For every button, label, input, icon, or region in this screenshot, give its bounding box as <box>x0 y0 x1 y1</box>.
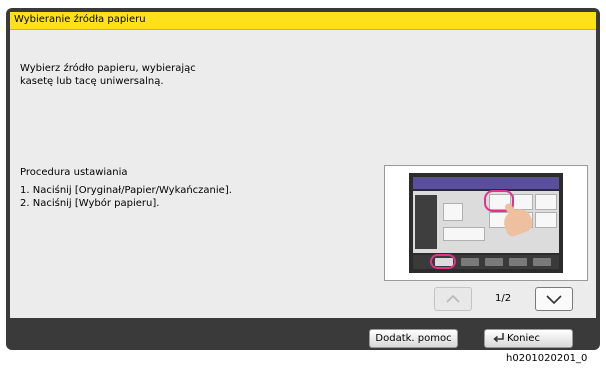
dialog-title: Wybieranie źródła papieru <box>14 14 146 25</box>
document-id: h0201020201_0 <box>506 353 588 364</box>
page-indicator: 1/2 <box>495 293 512 304</box>
page-down-button[interactable] <box>535 287 573 311</box>
chevron-up-icon <box>446 294 460 303</box>
illustration-thumbnail <box>384 165 588 281</box>
highlight-ring <box>430 254 456 269</box>
procedure-step-1: 1. Naciśnij [Oryginał/Papier/Wykańczanie… <box>20 185 232 196</box>
additional-help-button[interactable]: Dodatk. pomoc <box>369 329 458 348</box>
description-line-2: kasetę lub tacę uniwersalną. <box>20 76 164 87</box>
description-line-1: Wybierz źródło papieru, wybierając <box>20 63 196 74</box>
chevron-down-icon <box>546 295 562 305</box>
title-bar: Wybieranie źródła papieru <box>10 12 596 30</box>
procedure-step-2: 2. Naciśnij [Wybór papieru]. <box>20 198 160 209</box>
procedure-heading: Procedura ustawiania <box>20 167 128 178</box>
end-button-label: Koniec <box>507 333 540 344</box>
page-up-button[interactable] <box>434 287 472 311</box>
enter-arrow-icon <box>493 333 504 343</box>
end-button[interactable]: Koniec <box>484 329 573 348</box>
illustration-screen <box>409 173 563 273</box>
